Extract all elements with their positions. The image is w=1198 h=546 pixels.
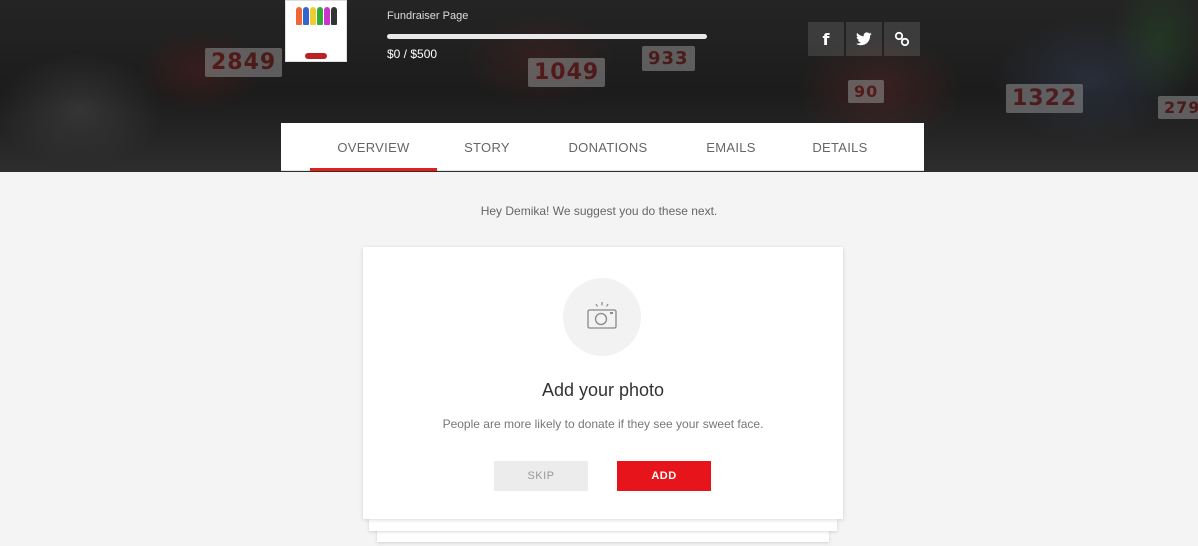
twitter-icon <box>856 32 872 46</box>
fundraiser-logo <box>285 0 347 62</box>
tab-story[interactable]: STORY <box>447 123 527 171</box>
tab-details[interactable]: DETAILS <box>795 123 885 171</box>
tab-overview[interactable]: OVERVIEW <box>310 123 437 171</box>
suggestion-card: Add your photo People are more likely to… <box>363 247 843 519</box>
suggestion-text: Hey Demika! We suggest you do these next… <box>480 204 718 218</box>
tab-donations[interactable]: DONATIONS <box>553 123 663 171</box>
skip-button[interactable]: SKIP <box>494 461 588 491</box>
facebook-share-button[interactable]: f <box>808 22 844 56</box>
stacked-card-middle <box>369 519 837 531</box>
add-photo-button[interactable]: ADD <box>617 461 711 491</box>
logo-badge <box>305 53 327 59</box>
page-tabs: OVERVIEW STORY DONATIONS EMAILS DETAILS <box>281 123 924 171</box>
share-buttons: f <box>808 22 920 56</box>
facebook-icon: f <box>822 29 830 49</box>
card-subtitle: People are more likely to donate if they… <box>442 417 764 431</box>
logo-runners <box>295 7 337 25</box>
fundraising-progress-bar <box>387 34 707 39</box>
camera-icon <box>584 297 620 338</box>
copy-link-button[interactable] <box>884 22 920 56</box>
tab-emails[interactable]: EMAILS <box>687 123 775 171</box>
page-label: Fundraiser Page <box>387 10 469 22</box>
camera-icon-circle <box>563 278 641 356</box>
fundraising-progress-text: $0 / $500 <box>387 47 438 61</box>
card-title: Add your photo <box>541 380 665 400</box>
link-icon <box>894 31 910 47</box>
twitter-share-button[interactable] <box>846 22 882 56</box>
